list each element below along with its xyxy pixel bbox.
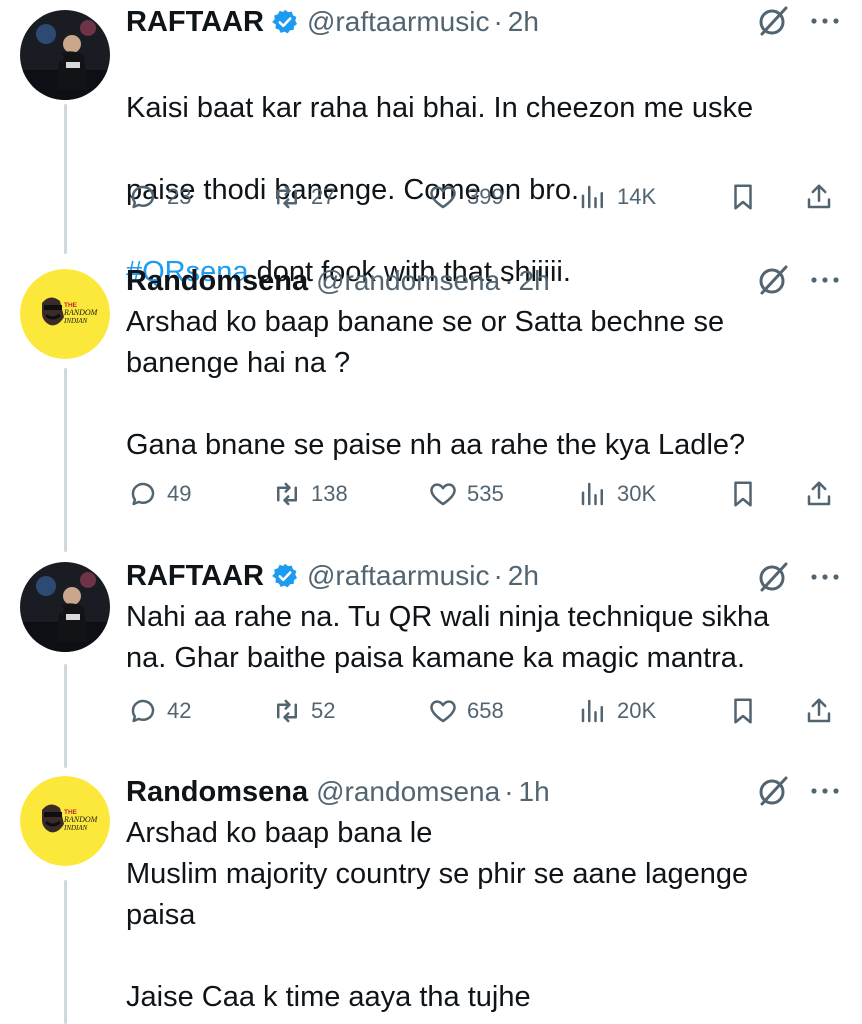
views-button[interactable]: 20K bbox=[578, 691, 656, 731]
tweet-header: RAFTAAR @raftaarmusic · 2h bbox=[126, 556, 539, 596]
tweet[interactable]: THE RANDOM INDIAN Randomsena @randomsena… bbox=[0, 770, 862, 1024]
share-icon bbox=[807, 481, 831, 506]
action-bar: 42 52 658 20K bbox=[126, 691, 846, 731]
separator-dot: · bbox=[504, 265, 514, 296]
share-icon bbox=[807, 184, 831, 209]
more-icon[interactable] bbox=[808, 562, 842, 592]
retweet-count: 138 bbox=[311, 481, 348, 506]
like-count: 658 bbox=[467, 698, 504, 723]
more-icon[interactable] bbox=[808, 776, 842, 806]
bookmark-button[interactable] bbox=[728, 474, 758, 514]
tweet-text: Nahi aa rahe na. Tu QR wali ninja techni… bbox=[126, 601, 770, 674]
grok-icon[interactable] bbox=[756, 774, 790, 808]
tweet-text-line: Kaisi baat kar raha hai bhai. In cheezon… bbox=[126, 92, 754, 124]
views-count: 20K bbox=[617, 698, 657, 723]
separator-dot: · bbox=[504, 776, 514, 807]
action-bar: 49 138 535 30K bbox=[126, 474, 846, 514]
logo-text: INDIAN bbox=[63, 824, 88, 832]
bookmark-icon bbox=[734, 698, 752, 724]
heart-icon bbox=[430, 186, 456, 209]
reply-count: 42 bbox=[167, 698, 192, 723]
timestamp[interactable]: 2h bbox=[519, 265, 550, 297]
verified-badge-icon bbox=[272, 563, 298, 588]
retweet-count: 27 bbox=[311, 184, 336, 209]
reply-count: 23 bbox=[167, 184, 192, 209]
views-button[interactable]: 30K bbox=[578, 474, 656, 514]
retweet-button[interactable]: 52 bbox=[272, 691, 335, 731]
more-icon[interactable] bbox=[808, 6, 842, 36]
tweet-header: Randomsena @randomsena · 2h bbox=[126, 261, 550, 301]
logo-text: INDIAN bbox=[63, 317, 88, 325]
bookmark-icon bbox=[734, 184, 752, 210]
retweet-icon bbox=[277, 185, 297, 209]
more-icon[interactable] bbox=[808, 265, 842, 295]
logo-text: RANDOM bbox=[63, 815, 99, 824]
heart-icon bbox=[430, 483, 456, 506]
author-name[interactable]: Randomsena bbox=[126, 776, 308, 809]
retweet-count: 52 bbox=[311, 698, 336, 723]
logo-text: RANDOM bbox=[63, 308, 99, 317]
like-count: 535 bbox=[467, 481, 504, 506]
retweet-button[interactable]: 138 bbox=[272, 474, 348, 514]
author-handle[interactable]: @raftaarmusic bbox=[307, 560, 489, 592]
avatar-raftaar[interactable] bbox=[20, 10, 110, 100]
tweet-text: Arshad ko baap bana le Muslim majority c… bbox=[126, 817, 749, 1013]
avatar-randomsena[interactable]: THE RANDOM INDIAN bbox=[20, 269, 110, 359]
grok-icon[interactable] bbox=[756, 560, 790, 594]
author-handle[interactable]: @randomsena bbox=[316, 265, 500, 297]
reply-icon bbox=[131, 482, 155, 506]
avatar-raftaar[interactable] bbox=[20, 562, 110, 652]
author-name[interactable]: RAFTAAR bbox=[126, 560, 264, 593]
tweet-header: Randomsena @randomsena · 1h bbox=[126, 772, 550, 812]
author-handle[interactable]: @randomsena bbox=[316, 776, 500, 808]
share-button[interactable] bbox=[804, 691, 834, 731]
grok-icon[interactable] bbox=[756, 263, 790, 297]
share-button[interactable] bbox=[804, 474, 834, 514]
bookmark-icon bbox=[734, 481, 752, 507]
reply-button[interactable]: 23 bbox=[128, 177, 191, 217]
views-count: 14K bbox=[617, 184, 657, 209]
reply-count: 49 bbox=[167, 481, 192, 506]
retweet-button[interactable]: 27 bbox=[272, 177, 335, 217]
action-bar: 23 27 399 14K bbox=[126, 177, 846, 217]
retweet-icon bbox=[277, 699, 297, 723]
share-icon bbox=[807, 698, 831, 723]
views-button[interactable]: 14K bbox=[578, 177, 656, 217]
verified-badge-icon bbox=[272, 9, 298, 34]
views-icon bbox=[581, 699, 603, 723]
share-button[interactable] bbox=[804, 177, 834, 217]
tweet-header: RAFTAAR @raftaarmusic · 2h bbox=[126, 2, 539, 42]
grok-icon[interactable] bbox=[756, 4, 790, 38]
like-button[interactable]: 658 bbox=[428, 691, 504, 731]
bookmark-button[interactable] bbox=[728, 177, 758, 217]
author-handle[interactable]: @raftaarmusic bbox=[307, 6, 489, 38]
views-count: 30K bbox=[617, 481, 657, 506]
tweet[interactable]: RAFTAAR @raftaarmusic · 2h Kaisi baat ka… bbox=[0, 0, 862, 288]
tweet[interactable]: RAFTAAR @raftaarmusic · 2h Nahi aa rahe … bbox=[0, 556, 862, 756]
separator-dot: · bbox=[493, 6, 503, 37]
reply-icon bbox=[131, 185, 155, 209]
views-icon bbox=[581, 185, 603, 209]
like-count: 399 bbox=[467, 184, 504, 209]
separator-dot: · bbox=[493, 560, 503, 591]
heart-icon bbox=[430, 700, 456, 723]
timestamp[interactable]: 1h bbox=[519, 776, 550, 808]
like-button[interactable]: 399 bbox=[428, 177, 504, 217]
reply-button[interactable]: 49 bbox=[128, 474, 191, 514]
timestamp[interactable]: 2h bbox=[508, 560, 539, 592]
reply-icon bbox=[131, 699, 155, 723]
tweet-text: Arshad ko baap banane se or Satta bechne… bbox=[126, 306, 746, 461]
views-icon bbox=[581, 482, 603, 506]
author-name[interactable]: RAFTAAR bbox=[126, 6, 264, 39]
like-button[interactable]: 535 bbox=[428, 474, 504, 514]
bookmark-button[interactable] bbox=[728, 691, 758, 731]
reply-button[interactable]: 42 bbox=[128, 691, 191, 731]
retweet-icon bbox=[277, 482, 297, 506]
timestamp[interactable]: 2h bbox=[508, 6, 539, 38]
avatar-randomsena[interactable]: THE RANDOM INDIAN bbox=[20, 776, 110, 866]
author-name[interactable]: Randomsena bbox=[126, 265, 308, 298]
tweet[interactable]: THE RANDOM INDIAN Randomsena @randomsena… bbox=[0, 259, 862, 549]
